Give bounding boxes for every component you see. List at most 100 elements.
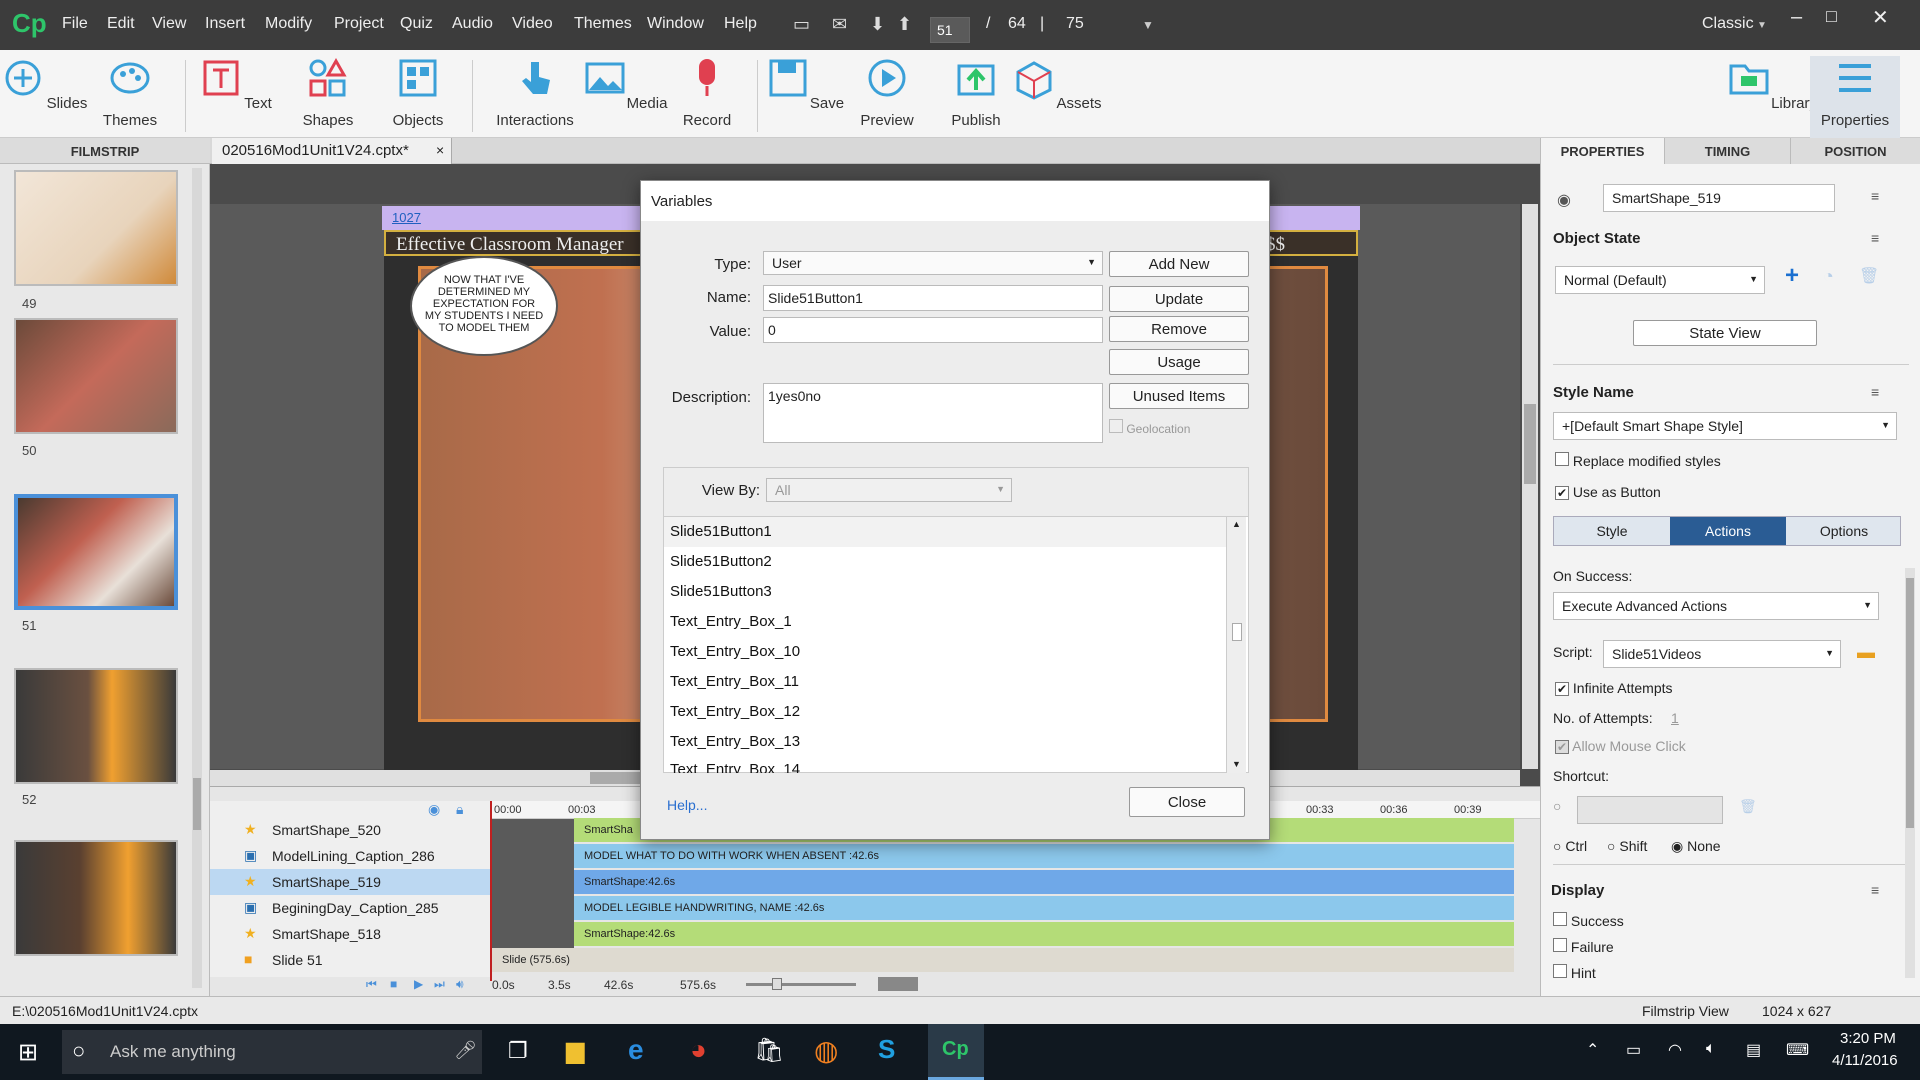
zoom-dropdown-icon[interactable]: ▼ [1142,18,1154,32]
clock-time[interactable]: 3:20 PM [1840,1030,1896,1047]
on-success-dropdown[interactable]: Execute Advanced Actions ▼ [1553,592,1879,620]
timeline-row[interactable]: ■ Slide 51 [210,947,490,973]
failure-checkbox[interactable]: Failure [1553,938,1614,955]
allow-mouse-click-checkbox[interactable]: ✔ Allow Mouse Click [1555,738,1686,754]
infinite-attempts-checkbox[interactable]: ✔ Infinite Attempts [1555,680,1673,696]
timeline-bar[interactable]: SmartShape:42.6s [574,870,1514,894]
panel-menu-icon[interactable]: ≡ [1871,230,1879,246]
delete-shortcut-icon[interactable]: 🗑︎ [1739,798,1757,815]
menu-audio[interactable]: Audio [452,15,493,33]
tab-timing[interactable]: TIMING [1665,138,1791,164]
skype-icon[interactable]: S [878,1034,895,1065]
name-input[interactable]: Slide51Button1 [763,285,1103,311]
help-link[interactable]: Help... [667,797,707,813]
list-item[interactable]: Text_Entry_Box_10 [670,643,800,660]
record-button[interactable]: Record [662,56,752,129]
document-tab[interactable]: 020516Mod1Unit1V24.cptx* [212,138,452,164]
script-dropdown[interactable]: Slide51Videos ▼ [1603,640,1841,668]
audio-icon[interactable]: 🔊︎ [456,977,464,992]
timeline-row[interactable]: ★ SmartShape_520 [210,817,490,843]
close-icon[interactable]: ✕ [1872,5,1889,30]
type-dropdown[interactable]: User ▼ [763,251,1103,275]
slide-thumbnail[interactable] [14,668,178,784]
tab-style[interactable]: Style [1554,517,1670,545]
usage-button[interactable]: Usage [1109,349,1249,375]
properties-scrollbar[interactable] [1905,568,1915,978]
menu-project[interactable]: Project [334,15,384,33]
arrow-up-icon[interactable]: ⬆ [897,14,912,35]
panel-menu-icon[interactable]: ≡ [1871,384,1879,400]
text-button[interactable]: Text [191,56,281,112]
timeline-bar[interactable]: SmartShape:42.6s [574,922,1514,946]
menu-video[interactable]: Video [512,15,553,33]
use-as-button-checkbox[interactable]: ✔ Use as Button [1555,484,1661,500]
description-textarea[interactable]: 1yes0no [763,383,1103,443]
timeline-bar[interactable]: Slide (575.6s) [492,948,1514,972]
slide-thumbnail-selected[interactable] [14,494,178,610]
shortcut-field[interactable] [1577,796,1723,824]
volume-icon[interactable]: 🔈︎ [1706,1040,1716,1058]
close-tab-icon[interactable]: × [436,142,444,158]
object-name-field[interactable]: SmartShape_519 [1603,184,1835,212]
edge-icon[interactable]: e [628,1034,644,1066]
preview-button[interactable]: Preview [842,56,932,129]
tab-actions[interactable]: Actions [1670,517,1786,545]
current-slide-field[interactable]: 51 [930,17,970,43]
list-item[interactable]: Text_Entry_Box_13 [670,733,800,750]
objects-button[interactable]: Objects [373,56,463,129]
state-view-button[interactable]: State View [1633,320,1817,346]
list-item[interactable]: Text_Entry_Box_12 [670,703,800,720]
timeline-bar[interactable]: MODEL WHAT TO DO WITH WORK WHEN ABSENT :… [574,844,1514,868]
timeline-row[interactable]: ▣ ModelLining_Caption_286 [210,843,490,869]
folder-icon[interactable]: ▬ [1857,642,1875,663]
view-mode[interactable]: Filmstrip View [1642,1003,1729,1019]
workspace-switcher[interactable]: Classic [1702,15,1754,33]
timeline-bar[interactable]: MODEL LEGIBLE HANDWRITING, NAME :42.6s [574,896,1514,920]
clock-date[interactable]: 4/11/2016 [1832,1052,1898,1069]
store-icon[interactable]: 🛍︎ [754,1036,784,1065]
firefox-icon[interactable]: ◍ [814,1034,838,1067]
stage-vertical-scrollbar[interactable] [1522,204,1538,769]
end-icon[interactable]: ⏭ [434,977,445,992]
comment-icon[interactable]: ▭ [793,14,810,35]
tab-position[interactable]: POSITION [1791,138,1920,164]
timeline-row-selected[interactable]: ★ SmartShape_519 [210,869,490,895]
list-item-selected[interactable]: Slide51Button1 [664,517,1226,547]
unused-items-button[interactable]: Unused Items [1109,383,1249,409]
variables-list[interactable]: Slide51Button1 Slide51Button2 Slide51But… [664,516,1248,773]
tab-properties[interactable]: PROPERTIES [1541,138,1665,164]
shift-radio[interactable]: ○ Shift [1607,838,1647,854]
list-scrollbar[interactable]: ▲ ▼ [1226,517,1246,773]
slide-thumbnail[interactable] [14,840,178,956]
none-radio[interactable]: ◉ None [1671,838,1721,855]
success-checkbox[interactable]: Success [1553,912,1624,929]
object-state-dropdown[interactable]: Normal (Default) ▼ [1555,266,1765,294]
library-button[interactable]: Library [1727,56,1817,112]
list-item[interactable]: Slide51Button2 [670,553,772,570]
menu-file[interactable]: File [62,15,88,33]
timeline-row[interactable]: ★ SmartShape_518 [210,921,490,947]
save-button[interactable]: Save [760,56,850,112]
menu-help[interactable]: Help [724,15,757,33]
publish-button[interactable]: Publish [931,56,1021,129]
eye-icon[interactable]: ◉ [428,801,440,818]
windows-start-icon[interactable]: ⊞ [18,1038,38,1067]
interactions-button[interactable]: Interactions [485,56,585,129]
slide-thumbnail[interactable] [14,170,178,286]
slides-button[interactable]: Slides [0,56,90,112]
menu-insert[interactable]: Insert [205,15,245,33]
minimize-icon[interactable]: – [1791,6,1802,29]
menu-edit[interactable]: Edit [107,15,135,33]
lock-icon[interactable]: 🔒︎ [456,801,463,818]
captivate-taskbar-button[interactable]: Cp [928,1024,984,1080]
add-state-icon[interactable]: + [1785,262,1799,290]
attempts-value[interactable]: 1 [1671,710,1679,726]
mail-icon[interactable]: ✉ [832,14,847,35]
scroll-down-icon[interactable]: ▼ [1232,759,1241,769]
scroll-up-icon[interactable]: ▲ [1232,519,1241,529]
menu-view[interactable]: View [152,15,186,33]
close-button[interactable]: Close [1129,787,1245,817]
list-item[interactable]: Text_Entry_Box_11 [670,673,799,690]
view-by-dropdown[interactable]: All ▼ [766,478,1012,502]
file-explorer-icon[interactable]: ▆ [566,1036,584,1065]
